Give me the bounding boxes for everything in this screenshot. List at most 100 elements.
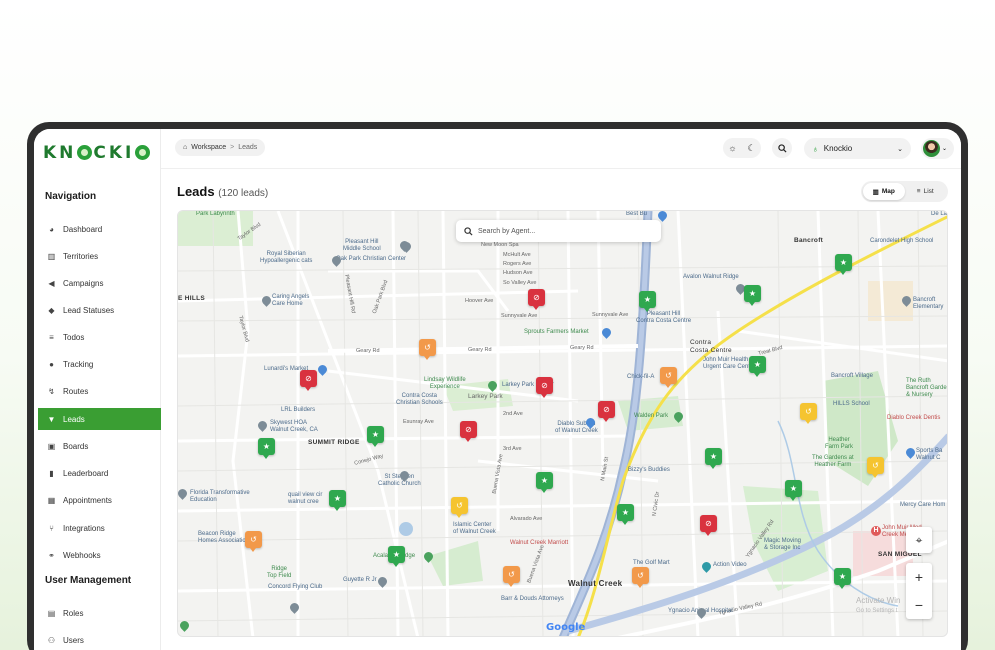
star-icon: ★ [838, 572, 847, 581]
no-soliciting-icon: ⊘ [603, 405, 610, 414]
place-label: The Golf Mart [633, 560, 670, 566]
place-label: Islamic Center of Walnut Creek [453, 522, 496, 535]
lead-marker[interactable]: ⊘ [528, 289, 545, 310]
star-icon: ★ [333, 494, 342, 503]
global-search-button[interactable] [772, 138, 792, 158]
sidebar-item-lead-statuses[interactable]: ◆ Lead Statuses [38, 299, 161, 321]
sidebar-item-leaderboard[interactable]: ▮ Leaderboard [38, 462, 161, 484]
lead-marker[interactable]: ⊘ [536, 377, 553, 398]
logo-globe-icon [77, 145, 93, 160]
list-view-label: List [923, 188, 934, 195]
lead-marker[interactable]: ⊘ [460, 421, 477, 442]
search-icon [777, 143, 787, 153]
map-view-button[interactable]: ▥ Map [863, 183, 905, 200]
sidebar-item-label: Integrations [63, 523, 105, 533]
lead-marker[interactable]: ↺ [800, 403, 817, 424]
board-icon: ▣ [47, 441, 56, 451]
lead-marker[interactable]: ★ [705, 448, 722, 469]
place-label: Bizzy's Buddies [628, 467, 670, 473]
lead-marker[interactable]: ★ [834, 568, 851, 589]
sidebar-item-label: Campaigns [63, 278, 104, 288]
tag-icon: ◆ [48, 305, 55, 315]
sidebar-item-todos[interactable]: ≡ Todos [38, 326, 161, 348]
agent-search-input[interactable]: Search by Agent... [456, 220, 661, 242]
place-label: Florida Transformative Education [190, 490, 250, 503]
sidebar-item-label: Todos [63, 332, 85, 342]
lead-marker[interactable]: ★ [639, 291, 656, 312]
breadcrumb-workspace[interactable]: Workspace [191, 144, 226, 151]
home-icon: ⌂ [183, 144, 188, 151]
integration-icon: ⑂ [49, 523, 54, 533]
lead-marker[interactable]: ★ [749, 356, 766, 377]
list-view-button[interactable]: ≡ List [905, 183, 947, 200]
funnel-icon: ▼ [47, 414, 56, 424]
sidebar-item-routes[interactable]: ↯ Routes [38, 380, 161, 402]
lead-marker[interactable]: ↺ [419, 339, 436, 360]
place-label: Sprouts Farmers Market [524, 329, 589, 335]
lead-marker[interactable]: ★ [617, 504, 634, 525]
crosshair-icon: ⌖ [915, 532, 923, 547]
lead-marker[interactable]: ★ [785, 480, 802, 501]
sidebar-item-tracking[interactable]: ● Tracking [38, 353, 161, 375]
knockio-logo[interactable]: KN CKI [43, 143, 151, 163]
place-label: Beacon Ridge Homes Association [198, 531, 250, 544]
sidebar-item-webhooks[interactable]: ⚭ Webhooks [38, 544, 161, 566]
sidebar-item-leads[interactable]: ▼ Leads [38, 408, 161, 430]
lead-marker[interactable]: ★ [536, 472, 553, 493]
zoom-out-button[interactable]: − [906, 591, 932, 619]
lead-marker[interactable]: ★ [367, 426, 384, 447]
street-label: Geary Rd [468, 347, 492, 353]
lead-marker[interactable]: ⊘ [300, 370, 317, 391]
sidebar-item-dashboard[interactable]: ◕ Dashboard [38, 218, 161, 240]
sidebar-item-users[interactable]: ⚇ Users [38, 629, 161, 650]
lead-marker[interactable]: ↺ [632, 567, 649, 588]
no-soliciting-icon: ⊘ [305, 374, 312, 383]
map-icon: ▥ [872, 188, 879, 196]
sidebar-item-appointments[interactable]: ▦ Appointments [38, 489, 161, 511]
lead-marker[interactable]: ↺ [503, 566, 520, 587]
theme-toggle[interactable]: ☼ ☾ [723, 138, 761, 158]
lead-marker[interactable]: ★ [388, 546, 405, 567]
route-icon: ↯ [48, 386, 55, 396]
sidebar-item-boards[interactable]: ▣ Boards [38, 435, 161, 457]
star-icon: ★ [643, 295, 652, 304]
lead-marker[interactable]: ★ [329, 490, 346, 511]
sidebar-item-label: Users [63, 635, 84, 645]
street-label: So Valley Ave [503, 280, 537, 286]
lead-marker[interactable]: ↺ [660, 367, 677, 388]
sidebar-item-territories[interactable]: ▥ Territories [38, 245, 161, 267]
leads-count: (120 leads) [218, 188, 269, 199]
lead-marker[interactable]: ↺ [245, 531, 262, 552]
place-label: Bancroft Village [831, 373, 873, 379]
street-label: New Moon Spa [481, 242, 519, 248]
chevron-down-icon: ⌄ [897, 145, 903, 153]
sidebar-item-integrations[interactable]: ⑂ Integrations [38, 517, 161, 539]
lead-marker[interactable]: ⊘ [598, 401, 615, 422]
windows-activation-watermark: Activate Win Go to Settings t [856, 596, 900, 616]
street-label: Geary Rd [570, 345, 594, 351]
organization-select[interactable]: ♁ Knockio ⌄ [804, 138, 911, 159]
avatar [923, 140, 940, 157]
sidebar-item-campaigns[interactable]: ◀ Campaigns [38, 272, 161, 294]
leads-map[interactable]: Search by Agent... Bancroft E HILLS SUMM… [177, 210, 948, 637]
lead-marker[interactable]: ⊘ [700, 515, 717, 536]
logo-text-start: KN [43, 143, 77, 163]
search-icon [464, 226, 473, 236]
return-icon: ↺ [250, 535, 257, 544]
lead-marker[interactable]: ★ [744, 285, 761, 306]
sun-icon[interactable]: ☼ [728, 143, 736, 153]
zoom-in-button[interactable]: + [906, 563, 932, 591]
user-menu[interactable]: ⌄ [921, 138, 954, 159]
lead-marker[interactable]: ★ [258, 438, 275, 459]
breadcrumb-separator: > [230, 144, 235, 151]
sidebar-item-label: Dashboard [63, 224, 103, 234]
sidebar-item-roles[interactable]: ▤ Roles [38, 602, 161, 624]
moon-icon[interactable]: ☾ [747, 143, 755, 154]
my-location-button[interactable]: ⌖ [906, 527, 932, 553]
lead-marker[interactable]: ★ [835, 254, 852, 275]
lead-marker[interactable]: ↺ [451, 497, 468, 518]
street-label: Sunnyvale Ave [592, 312, 629, 318]
street-label: 3rd Ave [503, 446, 522, 452]
hospital-icon[interactable]: H [871, 526, 881, 536]
lead-marker[interactable]: ↺ [867, 457, 884, 478]
